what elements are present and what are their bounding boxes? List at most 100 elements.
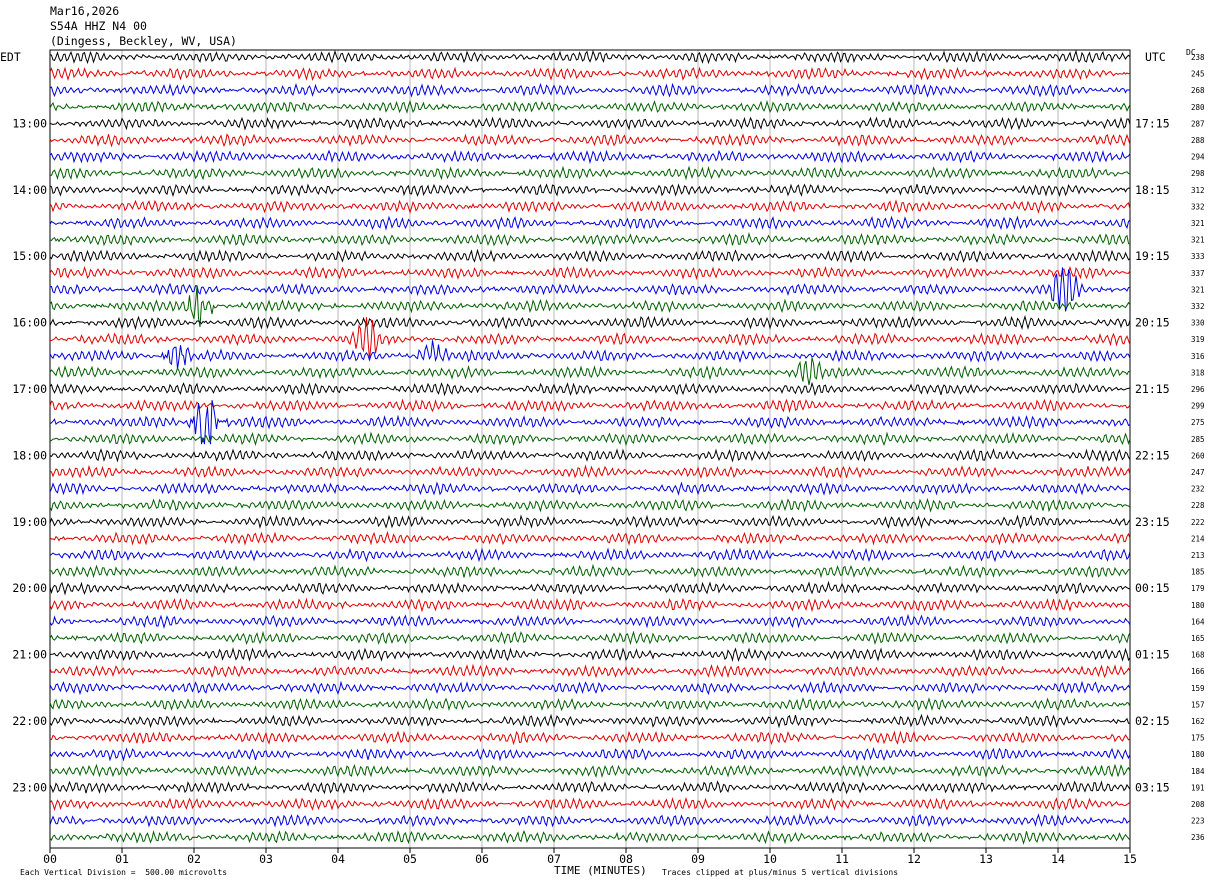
trace-line: [49, 215, 1131, 231]
x-tick-label: 09: [691, 852, 705, 866]
trace-line: [49, 514, 1131, 530]
dc-offset-label: 287: [1191, 119, 1205, 128]
dc-offset-label: 162: [1191, 717, 1205, 726]
trace-line: [49, 66, 1131, 81]
utc-hour-label: 00:15: [1135, 581, 1170, 595]
edt-hour-label: 17:00: [12, 382, 47, 396]
x-tick-label: 10: [763, 852, 777, 866]
trace-line: [49, 647, 1131, 663]
trace-line: [49, 265, 1131, 281]
utc-hour-label: 02:15: [1135, 714, 1170, 728]
trace-line: [49, 448, 1131, 463]
trace-line: [49, 133, 1131, 148]
scale-note: Each Vertical Division = 500.00 microvol…: [20, 868, 228, 877]
x-tick-label: 12: [907, 852, 921, 866]
dc-offset-label: 333: [1191, 252, 1205, 261]
trace-line: [49, 780, 1131, 795]
trace-line: [49, 464, 1131, 479]
dc-offset-label: 179: [1191, 584, 1205, 593]
trace-line: [49, 663, 1131, 679]
dc-offset-label: 247: [1191, 468, 1205, 477]
trace-line: [49, 183, 1131, 198]
edt-hour-label: 23:00: [12, 780, 47, 794]
dc-offset-label: 180: [1191, 601, 1205, 610]
trace-line: [49, 99, 1131, 115]
x-tick-label: 06: [475, 852, 489, 866]
edt-hour-label: 18:00: [12, 448, 47, 462]
dc-offset-label: 185: [1191, 568, 1205, 577]
dc-offset-label: 321: [1191, 219, 1205, 228]
trace-line: [49, 796, 1131, 812]
x-tick-label: 14: [1051, 852, 1065, 866]
trace-line: [49, 580, 1131, 596]
trace-line: [49, 547, 1131, 563]
x-tick-label: 03: [259, 852, 273, 866]
trace-line: [49, 199, 1131, 214]
dc-offset-label: 275: [1191, 418, 1205, 427]
trace-line: [49, 530, 1131, 546]
edt-hour-label: 14:00: [12, 183, 47, 197]
x-axis-title: TIME (MINUTES): [554, 864, 647, 877]
trace-line: [49, 680, 1131, 696]
trace-line: [49, 813, 1131, 828]
dc-offset-label: 288: [1191, 136, 1205, 145]
trace-line: [49, 497, 1131, 513]
dc-offset-label: 191: [1191, 783, 1205, 792]
dc-offset-label: 157: [1191, 700, 1205, 709]
utc-hour-label: 01:15: [1135, 648, 1170, 662]
dc-offset-label: 180: [1191, 750, 1205, 759]
utc-hour-label: 19:15: [1135, 249, 1170, 263]
trace-line: [49, 149, 1131, 165]
edt-hour-label: 22:00: [12, 714, 47, 728]
dc-offset-label: 232: [1191, 485, 1205, 494]
dc-offset-label: 268: [1191, 86, 1205, 95]
x-tick-label: 04: [331, 852, 345, 866]
utc-hour-label: 22:15: [1135, 448, 1170, 462]
trace-line: [49, 116, 1131, 131]
dc-offset-label: 166: [1191, 667, 1205, 676]
dc-offset-label: 175: [1191, 734, 1205, 743]
x-tick-label: 01: [115, 852, 129, 866]
trace-line: [49, 49, 1131, 65]
dc-offset-label: 319: [1191, 335, 1205, 344]
dc-offset-label: 168: [1191, 651, 1205, 660]
dc-offset-label: 208: [1191, 800, 1205, 809]
x-tick-label: 15: [1123, 852, 1137, 866]
trace-line: [49, 248, 1131, 264]
trace-line: [49, 340, 1131, 370]
dc-offset-label: 213: [1191, 551, 1205, 560]
helicorder-plot: 238 245 268 280 287 288 294 298 312 332 321 321 333 3…: [12, 49, 1205, 866]
dc-offset-label: 214: [1191, 534, 1205, 543]
edt-hour-label: 15:00: [12, 249, 47, 263]
dc-offset-label: 184: [1191, 767, 1205, 776]
dc-offset-label: 294: [1191, 153, 1205, 162]
utc-hour-label: 21:15: [1135, 382, 1170, 396]
trace-line: [49, 481, 1131, 496]
trace-line: [49, 357, 1130, 386]
trace-line: [49, 613, 1131, 630]
dc-offset-label: 165: [1191, 634, 1205, 643]
x-tick-label: 05: [403, 852, 417, 866]
dc-offset-label: 164: [1191, 617, 1205, 626]
dc-offset-label: 236: [1191, 833, 1205, 842]
trace-line: [49, 713, 1131, 729]
dc-offset-label: 228: [1191, 501, 1205, 510]
trace-line: [49, 231, 1131, 247]
dc-offset-label: 321: [1191, 236, 1205, 245]
edt-hour-label: 19:00: [12, 515, 47, 529]
trace-line: [49, 746, 1131, 762]
dc-offset-label: 238: [1191, 53, 1205, 62]
trace-line: [49, 829, 1131, 845]
dc-offset-label: 332: [1191, 302, 1205, 311]
dc-offset-label: 318: [1191, 368, 1205, 377]
dc-offset-label: 260: [1191, 451, 1205, 460]
dc-offset-label: 330: [1191, 319, 1205, 328]
dc-offset-label: 316: [1191, 352, 1205, 361]
trace-line: [49, 82, 1131, 98]
dc-offset-label: 299: [1191, 402, 1205, 411]
edt-hour-label: 16:00: [12, 316, 47, 330]
edt-hour-label: 21:00: [12, 648, 47, 662]
dc-offset-label: 285: [1191, 435, 1205, 444]
edt-hour-label: 20:00: [12, 581, 47, 595]
trace-line: [49, 165, 1131, 181]
